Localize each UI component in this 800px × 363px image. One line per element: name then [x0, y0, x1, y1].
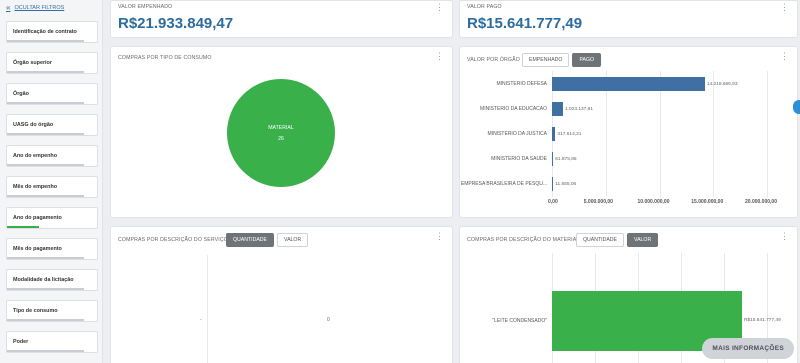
- hide-filters-label: OCULTAR FILTROS: [14, 4, 65, 11]
- x-tick-label: 5.000.000,00: [583, 199, 613, 205]
- more-vert-icon[interactable]: ⋮: [435, 232, 444, 241]
- filter-field[interactable]: Mês do empenho: [6, 176, 98, 198]
- filter-label: Identificação de contrato: [13, 29, 77, 35]
- card-title: COMPRAS POR DESCRIÇÃO DO SERVIÇO: [118, 237, 228, 243]
- bar-value-label: 11.655,06: [555, 182, 577, 187]
- bar-category-label: EMPRESA BRASILEIRA DE PESQU...: [460, 181, 547, 187]
- feedback-tab[interactable]: [793, 100, 800, 114]
- kpi-card-pago: VALOR PAGO ⋮ R$15.641.777,49: [459, 0, 798, 38]
- toggle-pago[interactable]: PAGO: [572, 53, 602, 67]
- bar[interactable]: [552, 177, 554, 191]
- filter-underline: [7, 257, 84, 259]
- bar-category-label: MINISTERIO DA JUSTICA: [487, 131, 547, 137]
- pie-chart: [227, 79, 335, 187]
- material-toggle-group: QUANTIDADE VALOR: [576, 233, 659, 247]
- more-info-button[interactable]: MAIS INFORMAÇÕES: [702, 338, 794, 359]
- x-tick-label: 20.000.000,00: [745, 199, 777, 205]
- filter-label: UASG do órgão: [13, 122, 54, 128]
- toggle-valor[interactable]: VALOR: [627, 233, 659, 247]
- filter-field[interactable]: Órgão: [6, 83, 98, 105]
- bar-value-label: 1.023.137,81: [564, 107, 593, 112]
- more-vert-icon[interactable]: ⋮: [780, 3, 789, 12]
- kpi-title: VALOR EMPENHADO: [118, 4, 173, 10]
- filter-underline: [7, 350, 84, 352]
- filter-underline: [7, 195, 84, 197]
- filter-label: Mês do pagamento: [13, 246, 62, 252]
- gridline: [767, 71, 768, 197]
- toggle-empenhado[interactable]: EMPENHADO: [522, 53, 570, 67]
- double-chevron-left-icon: «: [6, 3, 11, 12]
- filter-field[interactable]: Ano do pagamento: [6, 207, 98, 229]
- filter-field[interactable]: Identificação de contrato: [6, 21, 98, 43]
- bar-card-servico: COMPRAS POR DESCRIÇÃO DO SERVIÇO QUANTID…: [110, 226, 453, 363]
- x-tick-label: 10.000.000,00: [637, 199, 670, 205]
- filter-label: Poder: [13, 339, 29, 345]
- filter-underline: [7, 71, 84, 73]
- pie-card-tipo-consumo: COMPRAS POR TIPO DE CONSUMO ⋮ MATERIAL 2…: [110, 46, 453, 218]
- bar-category-label: MINISTERIO DEFESA: [496, 81, 547, 87]
- filter-field[interactable]: Tipo de consumo: [6, 300, 98, 322]
- pie-slice-label: MATERIAL: [268, 125, 294, 131]
- orgao-toggle-group: EMPENHADO PAGO: [522, 53, 602, 67]
- filter-underline: [7, 226, 39, 228]
- empty-category-label: -: [200, 317, 202, 323]
- servico-toggle-group: QUANTIDADE VALOR: [226, 233, 309, 247]
- bar[interactable]: [552, 152, 554, 166]
- kpi-card-empenhado: VALOR EMPENHADO ⋮ R$21.933.849,47: [110, 0, 453, 38]
- bar[interactable]: [552, 127, 556, 141]
- gridline: [713, 71, 715, 197]
- kpi-value: R$21.933.849,47: [118, 15, 234, 32]
- more-vert-icon[interactable]: ⋮: [780, 232, 789, 241]
- filters-sidebar: « OCULTAR FILTROS Identificação de contr…: [0, 0, 103, 363]
- bar-value-label: 317.614,21: [557, 132, 582, 137]
- filter-underline: [7, 40, 84, 42]
- bar-card-orgao: VALOR POR ÓRGÃO EMPENHADO PAGO ⋮ 0,00 5.0…: [459, 46, 798, 218]
- filter-field[interactable]: Mês do pagamento: [6, 238, 98, 260]
- filter-label: Mês do empenho: [13, 184, 58, 190]
- bar-value-label: 61.875,85: [555, 157, 577, 162]
- bar[interactable]: [552, 77, 705, 91]
- x-tick-label: 0,00: [548, 199, 558, 205]
- bar-category-label: "LEITE CONDENSADO": [492, 318, 547, 324]
- pie-slice-value: 26: [278, 136, 284, 142]
- filter-label: Ano do empenho: [13, 153, 58, 159]
- toggle-quantidade[interactable]: QUANTIDADE: [226, 233, 275, 247]
- bar-category-label: MINISTERIO DA SAUDE: [491, 156, 547, 162]
- x-tick-label: 15.000.000,00: [691, 199, 724, 205]
- bar-value-label: R$15.641.777,49: [744, 318, 781, 323]
- filter-label: Modalidade da licitação: [13, 277, 74, 283]
- card-title: COMPRAS POR DESCRIÇÃO DO MATERIAL: [467, 237, 580, 243]
- filter-field[interactable]: Ano do empenho: [6, 145, 98, 167]
- kpi-value: R$15.641.777,49: [467, 15, 583, 32]
- filter-field[interactable]: Modalidade da licitação: [6, 269, 98, 291]
- toggle-valor[interactable]: VALOR: [277, 233, 309, 247]
- filter-underline: [7, 164, 84, 166]
- filter-label: Órgão: [13, 91, 29, 97]
- filter-label: Tipo de consumo: [13, 308, 58, 314]
- filter-underline: [7, 288, 84, 290]
- filter-underline: [7, 133, 84, 135]
- hide-filters-link[interactable]: « OCULTAR FILTROS: [6, 3, 64, 12]
- bar[interactable]: [552, 102, 563, 116]
- filter-field[interactable]: UASG do órgão: [6, 114, 98, 136]
- axis-line: [207, 255, 208, 363]
- more-vert-icon[interactable]: ⋮: [435, 3, 444, 12]
- filter-field[interactable]: Poder: [6, 331, 98, 353]
- filter-label: Órgão superior: [13, 60, 52, 66]
- kpi-title: VALOR PAGO: [467, 4, 502, 10]
- bar-value-label: 14.218.666,93: [706, 82, 738, 87]
- pie-slice-material[interactable]: [227, 79, 335, 187]
- toggle-quantidade[interactable]: QUANTIDADE: [576, 233, 625, 247]
- filter-underline: [7, 102, 84, 104]
- filter-underline: [7, 319, 84, 321]
- bar-category-label: MINISTERIO DA EDUCACAO: [480, 106, 547, 112]
- filter-field[interactable]: Órgão superior: [6, 52, 98, 74]
- more-vert-icon[interactable]: ⋮: [780, 52, 789, 61]
- filter-label: Ano do pagamento: [13, 215, 62, 221]
- card-title: VALOR POR ÓRGÃO: [467, 57, 520, 63]
- empty-value-label: 0: [327, 317, 330, 323]
